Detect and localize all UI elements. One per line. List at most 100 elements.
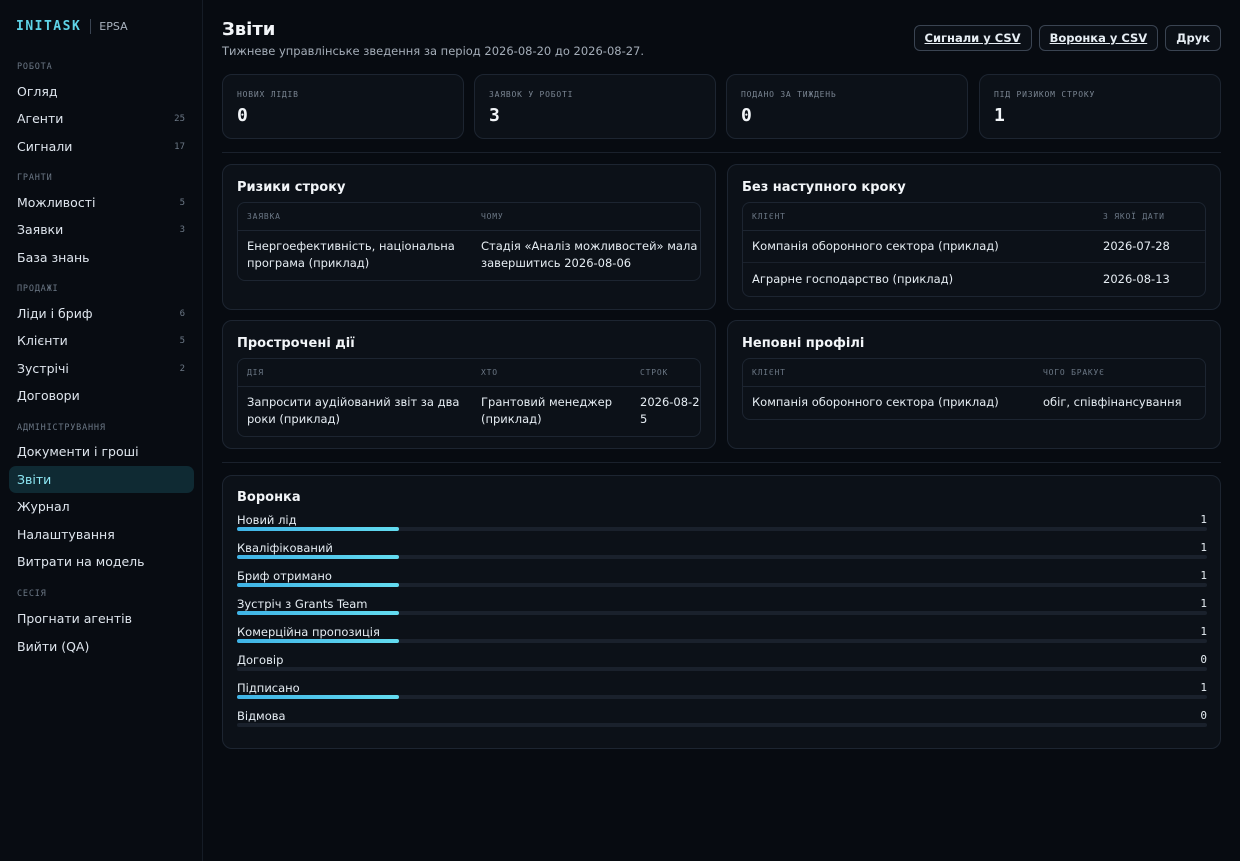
kpi-card-applications-in-progress: ЗАЯВОК У РОБОТІ 3 [474,74,716,139]
column-header: ЧОГО БРАКУЄ [1043,368,1105,377]
funnel-stage-value: 1 [1200,681,1207,694]
sidebar-item-label: Зустрічі [17,361,69,376]
export-funnel-csv-button[interactable]: Воронка у CSV [1038,25,1159,51]
funnel-stage-value: 1 [1200,597,1207,610]
date-cell: 2026-07-28 [1103,239,1170,253]
table-row[interactable]: Компанія оборонного сектора (приклад) об… [743,387,1205,419]
sidebar-item-clients[interactable]: Клієнти 5 [9,327,194,354]
divider [222,152,1221,153]
funnel-stage-label: Зустріч з Grants Team [237,597,368,611]
kpi-card-new-leads: НОВИХ ЛІДІВ 0 [222,74,464,139]
funnel-stage-label: Підписано [237,681,300,695]
funnel-stage-label: Кваліфікований [237,541,333,555]
date-cell: 2026-08-13 [1103,272,1170,286]
sidebar-item-count: 6 [179,308,185,319]
funnel-stage-value: 1 [1200,569,1207,582]
funnel-stage-label: Новий лід [237,513,297,527]
panel-title: Прострочені дії [237,336,355,351]
sidebar-item-label: База знань [17,250,90,265]
column-header: КЛІЄНТ [752,212,786,221]
incomplete-profiles-table: КЛІЄНТ ЧОГО БРАКУЄ Компанія оборонного с… [742,358,1206,420]
table-row[interactable]: Запросити аудійований звіт за два роки (… [238,387,700,436]
export-signals-csv-button[interactable]: Сигнали у CSV [913,25,1032,51]
deadline-cell: 2026-08-25 [640,395,700,426]
funnel-stage-label: Бриф отримано [237,569,332,583]
panel-overdue-actions: Прострочені дії ДІЯ ХТО СТРОК Запросити … [222,320,716,449]
client-cell: Компанія оборонного сектора (приклад) [752,395,999,409]
funnel-stage-value: 0 [1200,653,1207,666]
funnel-row: Договір 0 [237,653,1207,681]
kpi-value: 1 [994,105,1005,126]
overdue-actions-table: ДІЯ ХТО СТРОК Запросити аудійований звіт… [237,358,701,437]
funnel-row: Відмова 0 [237,709,1207,737]
no-next-step-table: КЛІЄНТ З ЯКОЇ ДАТИ Компанія оборонного с… [742,202,1206,297]
sidebar-item-label: Заявки [17,222,64,237]
missing-cell: обіг, співфінансування [1043,395,1182,409]
print-button[interactable]: Друк [1165,25,1221,51]
sidebar-item-overview[interactable]: Огляд [9,78,194,105]
sidebar-item-count: 25 [174,113,185,124]
funnel-bar-track [237,555,1207,559]
action-cell: Запросити аудійований звіт за два роки (… [247,395,460,426]
column-header: СТРОК [640,368,669,377]
column-header: КЛІЄНТ [752,368,786,377]
kpi-label: ПІД РИЗИКОМ СТРОКУ [994,90,1096,99]
page-subtitle: Тижневе управлінське зведення за період … [222,44,645,58]
sidebar-item-documents-money[interactable]: Документи і гроші [9,438,194,465]
table-row[interactable]: Енергоефективність, національна програма… [238,231,700,280]
sidebar-item-label: Вийти (QA) [17,639,90,654]
brand-logo: INITASK [16,18,82,34]
org-name: EPSA [99,19,128,33]
brand[interactable]: INITASK EPSA [16,17,128,35]
deadline-risks-table: ЗАЯВКА ЧОМУ Енергоефективність, націонал… [237,202,701,281]
sidebar-item-label: Договори [17,388,80,403]
sidebar-item-count: 2 [179,363,185,374]
client-cell: Компанія оборонного сектора (приклад) [752,239,999,253]
table-row[interactable]: Аграрне господарство (приклад) 2026-08-1… [743,263,1205,296]
column-header: З ЯКОЇ ДАТИ [1103,212,1165,221]
funnel-bar-track [237,695,1207,699]
sidebar-item-reports[interactable]: Звіти [9,466,194,493]
kpi-label: НОВИХ ЛІДІВ [237,90,299,99]
kpi-value: 3 [489,105,500,126]
column-header: ЧОМУ [481,212,504,221]
funnel-row: Кваліфікований 1 [237,541,1207,569]
kpi-value: 0 [237,105,248,126]
funnel-row: Бриф отримано 1 [237,569,1207,597]
table-header: КЛІЄНТ З ЯКОЇ ДАТИ [743,203,1205,231]
nav-section-admin: АДМІНІСТРУВАННЯ [17,423,106,433]
sidebar-item-label: Журнал [17,499,70,514]
sidebar-item-model-costs[interactable]: Витрати на модель [9,548,194,575]
sidebar-item-journal[interactable]: Журнал [9,493,194,520]
sidebar-item-count: 5 [179,335,185,346]
sidebar-item-opportunities[interactable]: Можливості 5 [9,189,194,216]
owner-cell: Грантовий менеджер (приклад) [481,395,613,426]
nav-section-work: РОБОТА [17,62,53,72]
nav-section-sales: ПРОДАЖІ [17,284,59,294]
sidebar-item-label: Налаштування [17,527,115,542]
table-header: ЗАЯВКА ЧОМУ [238,203,700,231]
sidebar-item-knowledge-base[interactable]: База знань [9,244,194,271]
sidebar-item-contracts[interactable]: Договори [9,382,194,409]
sidebar-item-signals[interactable]: Сигнали 17 [9,133,194,160]
sidebar-item-applications[interactable]: Заявки 3 [9,216,194,243]
funnel-bar [237,611,399,615]
funnel-stage-value: 0 [1200,709,1207,722]
funnel-stage-label: Комерційна пропозиція [237,625,380,639]
sidebar-item-meetings[interactable]: Зустрічі 2 [9,355,194,382]
funnel-bar-track [237,583,1207,587]
divider [222,462,1221,463]
sidebar-item-run-agents[interactable]: Прогнати агентів [9,605,194,632]
sidebar-item-settings[interactable]: Налаштування [9,521,194,548]
sidebar-item-logout[interactable]: Вийти (QA) [9,633,194,660]
funnel-row: Підписано 1 [237,681,1207,709]
sidebar-item-label: Агенти [17,111,64,126]
sidebar-item-agents[interactable]: Агенти 25 [9,105,194,132]
panel-no-next-step: Без наступного кроку КЛІЄНТ З ЯКОЇ ДАТИ … [727,164,1221,310]
sidebar-item-leads[interactable]: Ліди і бриф 6 [9,300,194,327]
sidebar-item-count: 3 [179,224,185,235]
nav-section-grants: ГРАНТИ [17,173,53,183]
application-cell: Енергоефективність, національна програма… [247,239,455,270]
table-row[interactable]: Компанія оборонного сектора (приклад) 20… [743,231,1205,263]
funnel-bar-track [237,639,1207,643]
